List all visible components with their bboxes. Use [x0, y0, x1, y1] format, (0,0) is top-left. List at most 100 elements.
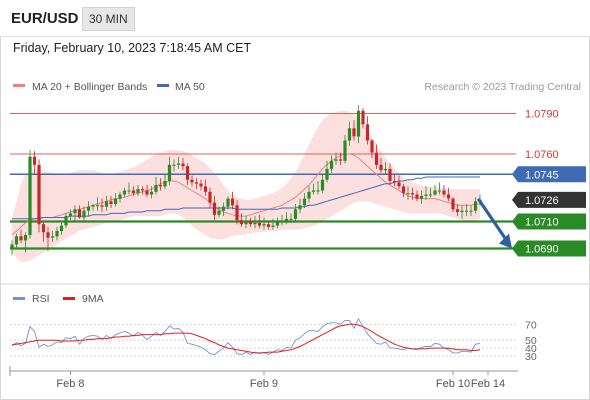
candle-body: [212, 202, 217, 215]
candle-body: [347, 128, 352, 141]
main-legend: MA 20 + Bollinger Bands MA 50 Research ©…: [13, 81, 581, 93]
x-tick-label: Feb 9: [250, 378, 278, 390]
candle-body: [406, 193, 410, 195]
candle-body: [10, 244, 14, 249]
candle-body: [325, 168, 329, 180]
candle-body: [100, 205, 104, 207]
rsi-legend: RSI 9MA: [13, 293, 104, 305]
candle-body: [149, 191, 154, 195]
candle-body: [131, 190, 136, 194]
candle-body: [163, 181, 167, 187]
candle-body: [338, 159, 343, 161]
candle-body: [343, 140, 347, 161]
candle-body: [122, 190, 127, 195]
resistance-1-label: 1.0760: [525, 149, 559, 161]
candle-body: [424, 194, 428, 196]
candle-body: [469, 210, 473, 212]
candle-body: [59, 225, 64, 231]
candle-body: [37, 164, 41, 225]
candle-body: [185, 166, 190, 180]
candle-body: [23, 235, 28, 241]
candle-body: [352, 128, 356, 137]
candle-body: [199, 183, 203, 187]
candle-body: [464, 210, 469, 212]
candle-body: [154, 185, 158, 192]
candle-body: [433, 190, 437, 195]
chart-canvas: MA 20 + Bollinger Bands MA 50 Research ©…: [0, 81, 590, 390]
candle-body: [55, 231, 59, 237]
ma20-legend-label: MA 20 + Bollinger Bands: [32, 81, 147, 93]
candle-body: [397, 182, 401, 187]
x-tick-label: Feb 14: [471, 378, 505, 390]
candle-body: [221, 206, 226, 211]
ma20-legend-swatch: [13, 84, 25, 87]
bollinger-band: [12, 110, 480, 262]
pivot-label: 1.0745: [525, 169, 559, 181]
support-2-label: 1.0690: [525, 244, 559, 256]
candle-body: [176, 163, 181, 165]
candle-body: [77, 209, 82, 218]
candle-body: [19, 236, 23, 241]
candle-body: [262, 224, 266, 226]
candle-body: [365, 124, 370, 141]
candle-body: [451, 198, 455, 210]
candle-body: [64, 216, 68, 226]
candle-body: [307, 191, 311, 199]
candle-body: [239, 220, 244, 225]
candle-body: [298, 205, 302, 210]
candle-body: [181, 163, 185, 167]
candle-body: [158, 185, 163, 187]
candle-body: [226, 198, 230, 207]
candle-body: [379, 164, 383, 171]
candle-body: [473, 201, 478, 211]
candle-body: [104, 201, 109, 207]
candle-body: [145, 190, 149, 195]
candle-body: [419, 195, 424, 199]
candle-body: [293, 209, 298, 219]
candle-body: [316, 190, 320, 192]
candle-body: [334, 159, 338, 161]
rsi-legend-label: RSI: [32, 293, 50, 305]
candle-body: [113, 198, 118, 204]
candle-body: [271, 225, 275, 227]
candle-body: [388, 168, 392, 181]
candle-body: [311, 190, 316, 192]
current-price-label: 1.0726: [525, 195, 559, 207]
candle-body: [91, 205, 95, 207]
candle-body: [109, 201, 113, 204]
candle-body: [442, 190, 446, 195]
x-tick-label: Feb 10: [436, 378, 470, 390]
candle-body: [73, 209, 77, 214]
candle-body: [302, 198, 307, 206]
rsi-plot: 70504030: [10, 317, 537, 363]
rsi-tick-label: 30: [525, 351, 537, 363]
candle-body: [410, 193, 415, 195]
candle-body: [41, 224, 46, 233]
candle-body: [68, 213, 73, 217]
price-plot: [10, 105, 516, 262]
candle-body: [266, 224, 271, 227]
candle-body: [50, 236, 55, 238]
candle-body: [370, 140, 374, 153]
candle-body: [208, 191, 212, 203]
candle-body: [415, 194, 419, 199]
candle-body: [172, 164, 176, 166]
candle-body: [28, 156, 32, 235]
candle-body: [127, 190, 131, 192]
candle-body: [244, 221, 248, 225]
watermark-text: Research © 2023 Trading Central: [424, 81, 581, 93]
rsi-tick-label: 70: [525, 319, 537, 331]
candle-body: [284, 218, 289, 222]
candle-body: [235, 205, 239, 221]
ma50-legend-swatch: [157, 84, 169, 87]
candle-body: [361, 110, 365, 125]
candle-body: [460, 210, 464, 212]
candle-body: [14, 236, 19, 245]
support-1-label: 1.0710: [525, 217, 559, 229]
candle-body: [253, 222, 257, 225]
candle-body: [455, 209, 460, 212]
candle-body: [46, 232, 50, 238]
candle-body: [32, 156, 37, 165]
ma9-legend-swatch: [63, 297, 75, 300]
x-axis: Feb 8 Feb 9 Feb 10 Feb 14: [9, 366, 518, 390]
